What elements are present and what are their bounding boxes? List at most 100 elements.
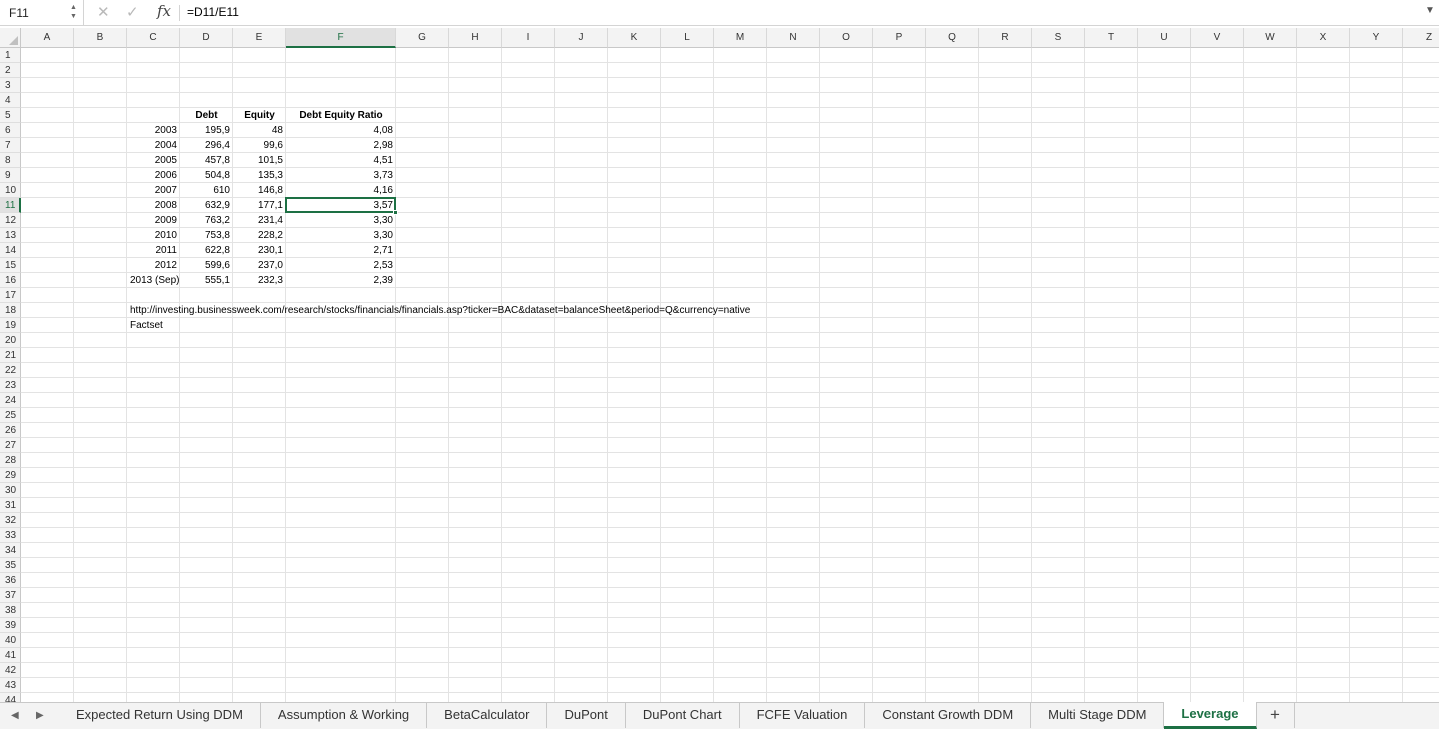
source-url-cell[interactable]: http://investing.businessweek.com/resear…	[127, 303, 820, 318]
column-header-m[interactable]: M	[714, 28, 767, 48]
row-header-14[interactable]: 14	[0, 243, 21, 258]
row-header-4[interactable]: 4	[0, 93, 21, 108]
row-header-22[interactable]: 22	[0, 363, 21, 378]
row-header-42[interactable]: 42	[0, 663, 21, 678]
row-header-35[interactable]: 35	[0, 558, 21, 573]
sheet-tab-constant-growth-ddm[interactable]: Constant Growth DDM	[865, 703, 1032, 728]
row-header-15[interactable]: 15	[0, 258, 21, 273]
cell-equity[interactable]: 230,1	[233, 243, 286, 258]
select-all-button[interactable]	[0, 28, 21, 48]
column-header-c[interactable]: C	[127, 28, 180, 48]
row-header-37[interactable]: 37	[0, 588, 21, 603]
cell-debt[interactable]: 195,9	[180, 123, 233, 138]
cell-ratio[interactable]: 2,98	[286, 138, 396, 153]
cell-year[interactable]: 2010	[127, 228, 180, 243]
cell-year[interactable]: 2012	[127, 258, 180, 273]
row-header-43[interactable]: 43	[0, 678, 21, 693]
cell-debt[interactable]: 457,8	[180, 153, 233, 168]
column-header-y[interactable]: Y	[1350, 28, 1403, 48]
row-header-10[interactable]: 10	[0, 183, 21, 198]
cell-debt[interactable]: 296,4	[180, 138, 233, 153]
column-header-z[interactable]: Z	[1403, 28, 1439, 48]
cell-ratio[interactable]: 4,08	[286, 123, 396, 138]
row-header-19[interactable]: 19	[0, 318, 21, 333]
row-header-25[interactable]: 25	[0, 408, 21, 423]
source-note-cell[interactable]: Factset	[127, 318, 180, 333]
cell-equity[interactable]: 99,6	[233, 138, 286, 153]
row-header-21[interactable]: 21	[0, 348, 21, 363]
row-header-33[interactable]: 33	[0, 528, 21, 543]
row-header-29[interactable]: 29	[0, 468, 21, 483]
fill-handle[interactable]	[393, 210, 398, 215]
row-header-39[interactable]: 39	[0, 618, 21, 633]
cell-year[interactable]: 2004	[127, 138, 180, 153]
column-header-g[interactable]: G	[396, 28, 449, 48]
column-header-h[interactable]: H	[449, 28, 502, 48]
column-header-j[interactable]: J	[555, 28, 608, 48]
row-header-31[interactable]: 31	[0, 498, 21, 513]
column-header-t[interactable]: T	[1085, 28, 1138, 48]
sheet-tab-betacalculator[interactable]: BetaCalculator	[427, 703, 548, 728]
header-debt-equity-ratio[interactable]: Debt Equity Ratio	[286, 108, 396, 123]
sheet-tab-fcfe-valuation[interactable]: FCFE Valuation	[740, 703, 866, 728]
name-box-stepper-icon[interactable]: ▲ ▼	[70, 3, 77, 21]
cell-ratio[interactable]: 2,39	[286, 273, 396, 288]
column-header-f[interactable]: F	[286, 28, 396, 48]
row-header-3[interactable]: 3	[0, 78, 21, 93]
row-header-16[interactable]: 16	[0, 273, 21, 288]
cell-equity[interactable]: 228,2	[233, 228, 286, 243]
row-header-9[interactable]: 9	[0, 168, 21, 183]
spreadsheet-grid[interactable]: Debt Equity Debt Equity Ratio 2003 195,9 48 4,…	[0, 28, 1439, 702]
column-header-o[interactable]: O	[820, 28, 873, 48]
row-header-34[interactable]: 34	[0, 543, 21, 558]
row-header-12[interactable]: 12	[0, 213, 21, 228]
row-header-7[interactable]: 7	[0, 138, 21, 153]
row-header-40[interactable]: 40	[0, 633, 21, 648]
cell-equity[interactable]: 135,3	[233, 168, 286, 183]
cell-equity[interactable]: 146,8	[233, 183, 286, 198]
cell-year[interactable]: 2007	[127, 183, 180, 198]
cell-equity[interactable]: 231,4	[233, 213, 286, 228]
row-header-30[interactable]: 30	[0, 483, 21, 498]
cell-debt[interactable]: 622,8	[180, 243, 233, 258]
sheet-tab-expected-return-using-ddm[interactable]: Expected Return Using DDM	[59, 703, 261, 728]
row-header-27[interactable]: 27	[0, 438, 21, 453]
row-header-24[interactable]: 24	[0, 393, 21, 408]
cell-year[interactable]: 2011	[127, 243, 180, 258]
cell-ratio[interactable]: 4,16	[286, 183, 396, 198]
close-icon[interactable]: ✕	[97, 3, 110, 21]
column-header-x[interactable]: X	[1297, 28, 1350, 48]
cell-year[interactable]: 2008	[127, 198, 180, 213]
row-header-44[interactable]: 44	[0, 693, 21, 702]
sheet-tab-leverage[interactable]: Leverage	[1164, 702, 1257, 729]
column-header-d[interactable]: D	[180, 28, 233, 48]
cell-year[interactable]: 2009	[127, 213, 180, 228]
column-header-n[interactable]: N	[767, 28, 820, 48]
column-header-b[interactable]: B	[74, 28, 127, 48]
row-header-28[interactable]: 28	[0, 453, 21, 468]
column-header-l[interactable]: L	[661, 28, 714, 48]
cell-year[interactable]: 2006	[127, 168, 180, 183]
row-header-8[interactable]: 8	[0, 153, 21, 168]
name-box[interactable]: F11 ▲ ▼	[0, 0, 84, 26]
cell-debt[interactable]: 753,8	[180, 228, 233, 243]
add-sheet-button[interactable]: +	[1257, 703, 1295, 728]
column-header-i[interactable]: I	[502, 28, 555, 48]
cell-year[interactable]: 2013 (Sep)	[127, 273, 180, 288]
cell-equity[interactable]: 237,0	[233, 258, 286, 273]
cell-debt[interactable]: 610	[180, 183, 233, 198]
row-header-23[interactable]: 23	[0, 378, 21, 393]
column-header-a[interactable]: A	[21, 28, 74, 48]
check-icon[interactable]: ✓	[126, 3, 139, 21]
row-header-26[interactable]: 26	[0, 423, 21, 438]
cell-ratio[interactable]: 3,30	[286, 213, 396, 228]
row-header-2[interactable]: 2	[0, 63, 21, 78]
cell-debt[interactable]: 504,8	[180, 168, 233, 183]
fx-icon[interactable]: fx	[157, 2, 171, 20]
cell-year[interactable]: 2005	[127, 153, 180, 168]
prev-sheet-icon[interactable]: ◀	[11, 710, 19, 721]
cell-year[interactable]: 2003	[127, 123, 180, 138]
column-header-w[interactable]: W	[1244, 28, 1297, 48]
column-header-s[interactable]: S	[1032, 28, 1085, 48]
column-header-u[interactable]: U	[1138, 28, 1191, 48]
